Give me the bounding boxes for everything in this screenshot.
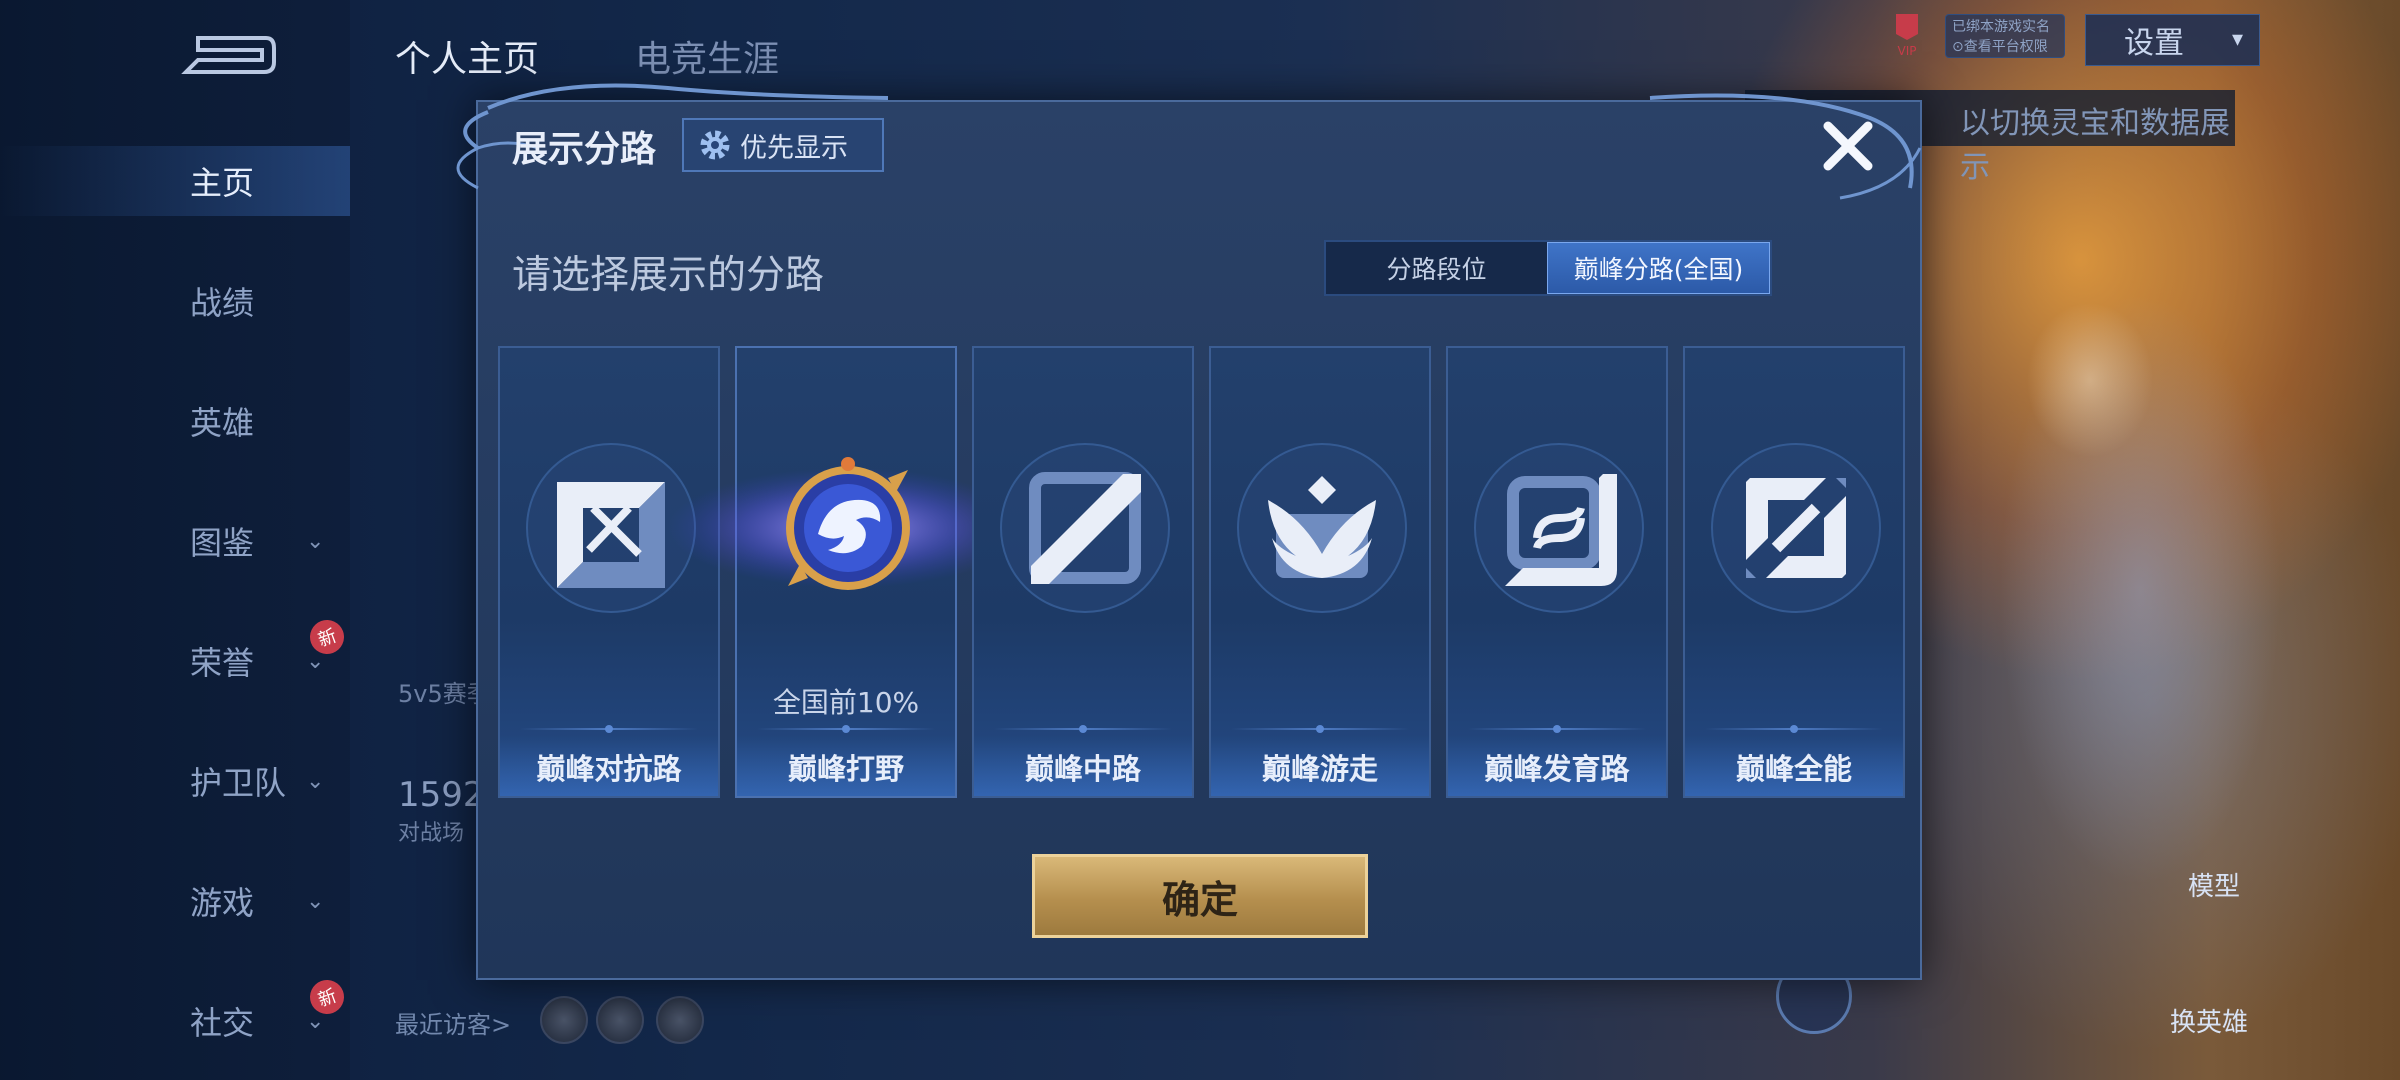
sidebar-item-label: 战绩 bbox=[190, 284, 255, 322]
settings-label: 设置 bbox=[2124, 26, 2184, 61]
lane-mode-toggle: 分路段位 巅峰分路(全国) bbox=[1324, 240, 1772, 296]
lane-name: 巅峰中路 bbox=[1024, 752, 1141, 786]
realname-promo[interactable]: 已绑本游戏实名 ⊙查看平台权限 bbox=[1945, 14, 2065, 58]
dialog-title: 展示分路 bbox=[512, 129, 657, 170]
tab-esports-career[interactable]: 电竞生涯 bbox=[635, 30, 779, 82]
marksman-icon bbox=[1474, 443, 1644, 613]
sidebar-item-label: 社交 bbox=[190, 1004, 255, 1042]
mid-lane-icon bbox=[1000, 443, 1170, 613]
lane-card-bottom[interactable]: 巅峰发育路 bbox=[1446, 346, 1668, 798]
model-label[interactable]: 模型 bbox=[2188, 866, 2240, 903]
sidebar-item-label: 荣誉 bbox=[190, 644, 255, 682]
sidebar-item-label: 图鉴 bbox=[190, 524, 255, 562]
visitor-avatar[interactable] bbox=[540, 996, 588, 1044]
sidebar-item-label: 游戏 bbox=[190, 884, 255, 922]
hero-artwork bbox=[1880, 140, 2400, 1040]
divider bbox=[994, 725, 1172, 733]
stat-subtitle: 对战场 bbox=[398, 821, 465, 846]
sidebar-item[interactable]: 战绩 bbox=[0, 266, 350, 336]
sidebar-item[interactable]: 护卫队 ⌄ bbox=[0, 746, 350, 816]
back-arrow-icon[interactable] bbox=[178, 30, 278, 80]
gear-icon bbox=[700, 130, 730, 160]
visitor-avatar[interactable] bbox=[596, 996, 644, 1044]
sidebar-item[interactable]: 英雄 bbox=[0, 386, 350, 456]
lane-name: 巅峰全能 bbox=[1735, 752, 1852, 786]
sidebar-item-label: 护卫队 bbox=[190, 764, 287, 802]
lane-card-all-round[interactable]: 巅峰全能 bbox=[1683, 346, 1905, 798]
priority-display-label: 优先显示 bbox=[740, 132, 848, 164]
sidebar-item[interactable]: 游戏 ⌄ bbox=[0, 866, 350, 936]
wings-icon bbox=[1237, 443, 1407, 613]
dialog-subtitle: 请选择展示的分路 bbox=[512, 253, 825, 298]
divider bbox=[757, 725, 935, 733]
lane-name: 巅峰发育路 bbox=[1484, 752, 1630, 786]
display-lane-dialog: 展示分路 优先显示 请选择展示的分路 分路段位 巅峰分路(全国) 巅峰对抗路 全… bbox=[456, 83, 1922, 980]
lane-card-roam[interactable]: 巅峰游走 bbox=[1209, 346, 1431, 798]
hint-text: 以切换灵宝和数据展示 bbox=[1960, 106, 2230, 185]
visitor-avatar[interactable] bbox=[656, 996, 704, 1044]
lane-name: 巅峰对抗路 bbox=[536, 752, 682, 786]
lane-card-top[interactable]: 巅峰对抗路 bbox=[498, 346, 720, 798]
switch-hero-label[interactable]: 换英雄 bbox=[2170, 1002, 2248, 1039]
jungle-dragon-badge-icon bbox=[786, 457, 910, 590]
confirm-button[interactable]: 确定 bbox=[1032, 854, 1368, 938]
sidebar: 主页战绩英雄图鉴 ⌄ 荣誉 ⌄ 新护卫队 ⌄ 游戏 ⌄ 社交 ⌄ 新 bbox=[0, 0, 350, 1080]
settings-button[interactable]: 设置 ▾ bbox=[2085, 14, 2260, 66]
chevron-down-icon: ⌄ bbox=[306, 528, 325, 554]
chevron-down-icon: ▾ bbox=[2231, 27, 2243, 52]
close-icon[interactable] bbox=[1816, 114, 1880, 178]
chevron-down-icon: ⌄ bbox=[306, 768, 325, 794]
sidebar-item-label: 主页 bbox=[190, 164, 255, 202]
chevron-down-icon: ⌄ bbox=[306, 888, 325, 914]
lane-name: 巅峰打野 bbox=[787, 752, 904, 786]
sidebar-item-label: 英雄 bbox=[190, 404, 255, 442]
lane-rank-text: 全国前10% bbox=[772, 686, 920, 719]
priority-display-button[interactable]: 优先显示 bbox=[682, 118, 884, 172]
vip-label: VIP bbox=[1898, 44, 1917, 58]
divider bbox=[1468, 725, 1646, 733]
lane-card-jungle[interactable]: 全国前10% 巅峰打野 bbox=[668, 346, 1028, 798]
segment-lane-rank[interactable]: 分路段位 bbox=[1326, 242, 1547, 294]
all-round-icon bbox=[1711, 443, 1881, 613]
divider bbox=[1705, 725, 1883, 733]
sidebar-item[interactable]: 社交 ⌄ 新 bbox=[0, 975, 350, 1056]
sidebar-item[interactable]: 图鉴 ⌄ bbox=[0, 506, 350, 576]
divider bbox=[1231, 725, 1409, 733]
sidebar-item[interactable]: 荣誉 ⌄ 新 bbox=[0, 615, 350, 696]
lane-card-mid[interactable]: 巅峰中路 bbox=[972, 346, 1194, 798]
recent-visitors-link[interactable]: 最近访客> bbox=[395, 1005, 511, 1040]
stat-number: 1592 bbox=[398, 775, 485, 815]
divider bbox=[520, 725, 698, 733]
vip-icon[interactable]: VIP bbox=[1892, 10, 1922, 60]
tab-personal-home[interactable]: 个人主页 bbox=[395, 30, 539, 82]
sidebar-item[interactable]: 主页 bbox=[0, 146, 350, 216]
segment-peak-lane-national[interactable]: 巅峰分路(全国) bbox=[1547, 242, 1770, 294]
lane-name: 巅峰游走 bbox=[1261, 752, 1378, 786]
swords-icon bbox=[526, 443, 696, 613]
confirm-label: 确定 bbox=[1161, 877, 1238, 922]
